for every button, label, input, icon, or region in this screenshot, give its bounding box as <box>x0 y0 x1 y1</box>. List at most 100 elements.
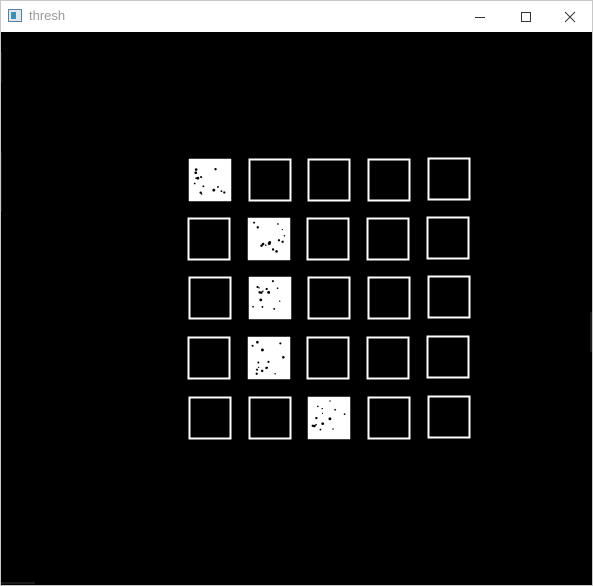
edge-artifact <box>1 582 35 584</box>
noise-speck <box>315 416 318 420</box>
close-icon <box>564 11 576 22</box>
noise-speck <box>315 423 317 426</box>
noise-speck <box>255 372 258 375</box>
noise-speck <box>276 287 279 289</box>
noise-speck <box>277 239 281 242</box>
outline-square <box>306 336 350 380</box>
edge-artifact <box>1 152 2 212</box>
noise-speck <box>267 290 271 294</box>
maximize-button[interactable] <box>503 1 549 32</box>
image-window: thresh <box>0 0 593 586</box>
noise-speck <box>281 228 283 231</box>
noise-speck <box>267 242 271 246</box>
filled-square <box>247 217 291 261</box>
noise-speck <box>313 424 316 428</box>
noise-speck <box>274 373 276 375</box>
close-button[interactable] <box>547 1 593 32</box>
threshold-image-canvas <box>1 32 592 585</box>
outline-square <box>187 217 231 261</box>
noise-speck <box>251 344 254 347</box>
outline-square <box>306 217 350 261</box>
noise-speck <box>199 191 202 194</box>
noise-speck <box>321 422 325 426</box>
outline-square <box>188 276 232 320</box>
noise-speck <box>259 291 263 294</box>
threshold-grid <box>1 52 592 584</box>
noise-speck <box>277 223 279 225</box>
noise-speck <box>200 175 203 179</box>
noise-speck <box>252 305 254 308</box>
noise-speck <box>265 244 267 246</box>
noise-speck <box>321 407 323 410</box>
outline-square <box>426 216 470 260</box>
outline-square <box>248 158 292 202</box>
noise-speck <box>256 226 259 229</box>
noise-speck <box>267 360 270 363</box>
noise-speck <box>261 305 264 308</box>
noise-speck <box>260 369 264 373</box>
noise-speck <box>275 250 278 253</box>
outline-square <box>187 336 231 380</box>
noise-speck <box>214 167 217 171</box>
noise-speck <box>196 176 200 180</box>
noise-speck <box>220 190 223 193</box>
noise-speck <box>343 413 346 416</box>
noise-speck <box>321 412 324 414</box>
outline-square <box>367 158 411 202</box>
outline-square <box>188 396 232 440</box>
outline-square <box>426 335 470 379</box>
noise-speck <box>271 280 274 283</box>
outline-square <box>427 275 471 319</box>
noise-speck <box>281 240 284 243</box>
noise-speck <box>329 400 331 402</box>
minimize-icon <box>475 16 485 18</box>
noise-speck <box>279 342 282 345</box>
noise-speck <box>261 242 265 246</box>
noise-speck <box>193 182 196 185</box>
outline-square <box>307 276 351 320</box>
outline-square <box>367 276 411 320</box>
outline-square <box>366 336 410 380</box>
noise-speck <box>328 417 332 421</box>
noise-speck <box>334 408 337 411</box>
outline-square <box>307 158 351 202</box>
noise-speck <box>256 340 259 344</box>
noise-speck <box>223 191 226 194</box>
noise-speck <box>258 287 260 289</box>
noise-speck <box>212 188 216 192</box>
noise-speck <box>282 355 285 359</box>
outline-square <box>427 157 471 201</box>
noise-speck <box>258 366 260 369</box>
noise-speck <box>271 248 275 251</box>
filled-square <box>188 158 232 202</box>
noise-speck <box>317 405 319 408</box>
noise-speck <box>265 366 268 370</box>
edge-artifact <box>590 312 592 352</box>
maximize-icon <box>521 11 531 22</box>
noise-speck <box>194 171 198 175</box>
window-title: thresh <box>29 8 66 23</box>
noise-speck <box>257 361 260 364</box>
noise-speck <box>202 185 205 188</box>
noise-speck <box>255 368 259 371</box>
outline-square <box>248 396 292 440</box>
noise-speck <box>273 307 276 310</box>
noise-speck <box>256 285 259 289</box>
noise-speck <box>253 221 256 224</box>
outline-square <box>427 395 471 439</box>
noise-speck <box>194 168 198 171</box>
noise-speck <box>319 428 322 431</box>
noise-speck <box>262 290 264 293</box>
filled-square <box>248 276 292 320</box>
noise-speck <box>279 300 281 302</box>
noise-speck <box>259 298 263 302</box>
noise-speck <box>265 287 268 291</box>
outline-square <box>366 217 410 261</box>
outline-square <box>367 396 411 440</box>
app-icon <box>8 9 22 22</box>
title-bar[interactable]: thresh <box>1 1 592 33</box>
minimize-button[interactable] <box>457 1 503 32</box>
noise-speck <box>332 428 334 430</box>
noise-speck <box>261 348 264 352</box>
noise-speck <box>283 235 286 237</box>
